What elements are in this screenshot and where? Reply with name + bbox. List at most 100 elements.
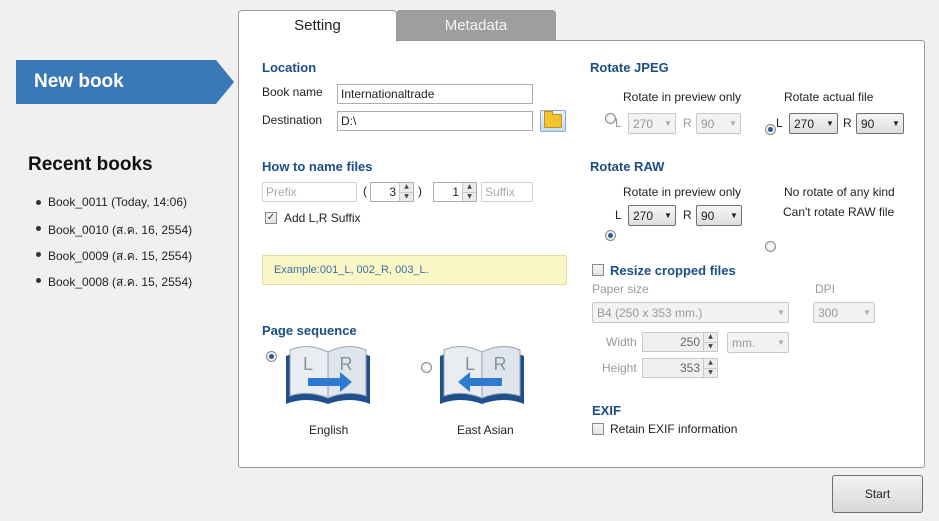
raw-preview-l-label: L <box>615 208 622 222</box>
dropdown-arrow-icon: ▼ <box>863 308 871 317</box>
jpeg-preview-l-select[interactable]: 270 ▼ <box>628 113 676 134</box>
raw-preview-only-label: Rotate in preview only <box>623 185 742 199</box>
recent-books-title: Recent books <box>28 154 153 175</box>
east-asian-book-icon[interactable]: L R <box>436 342 528 408</box>
open-paren: ( <box>363 184 367 198</box>
english-book-icon[interactable]: L R <box>282 342 374 408</box>
dropdown-arrow-icon: ▼ <box>730 211 738 220</box>
example-box: Example:001_L, 002_R, 003_L. <box>262 255 567 285</box>
jpeg-actual-file-label: Rotate actual file <box>784 90 874 104</box>
destination-label: Destination <box>262 113 323 127</box>
recent-book-item[interactable]: Book_0011 (Today, 14:06) <box>36 195 192 221</box>
spin-down-icon[interactable]: ▼ <box>704 341 717 351</box>
width-value: 250 <box>679 335 700 349</box>
recent-book-label[interactable]: Book_0009 (ส.ค. 15, 2554) <box>48 247 192 266</box>
width-stepper[interactable]: 250 ▲ ▼ <box>642 332 718 352</box>
raw-preview-l-select[interactable]: 270 ▼ <box>628 205 676 226</box>
jpeg-actual-r-select[interactable]: 90 ▼ <box>856 113 904 134</box>
book-name-input[interactable]: Internationaltrade <box>337 84 533 104</box>
bullet-icon <box>36 252 41 257</box>
recent-book-item[interactable]: Book_0010 (ส.ค. 16, 2554) <box>36 221 192 247</box>
dropdown-arrow-icon: ▼ <box>777 338 785 347</box>
digits-stepper[interactable]: 3 ▲ ▼ <box>370 182 414 202</box>
spin-down-icon[interactable]: ▼ <box>704 367 717 377</box>
bullet-icon <box>36 200 41 205</box>
browse-folder-button[interactable] <box>540 110 566 132</box>
jpeg-preview-l-label: L <box>615 116 622 130</box>
dropdown-arrow-icon: ▼ <box>892 119 900 128</box>
rotate-jpeg-heading: Rotate JPEG <box>590 60 669 75</box>
paper-size-label: Paper size <box>592 282 649 296</box>
dropdown-arrow-icon: ▼ <box>729 119 737 128</box>
jpeg-preview-only-label: Rotate in preview only <box>623 90 742 104</box>
jpeg-actual-l-select[interactable]: 270 ▼ <box>789 113 838 134</box>
rotate-raw-heading: Rotate RAW <box>590 159 665 174</box>
suffix-input[interactable]: Suffix <box>481 182 533 202</box>
book-right-letter: R <box>494 354 507 374</box>
east-asian-label: East Asian <box>457 423 514 437</box>
dropdown-arrow-icon: ▼ <box>664 119 672 128</box>
exif-heading: EXIF <box>592 403 621 418</box>
dpi-select[interactable]: 300 ▼ <box>813 302 875 323</box>
raw-no-rotate-radio[interactable] <box>765 241 776 252</box>
width-label: Width <box>606 335 637 349</box>
retain-exif-label: Retain EXIF information <box>610 422 738 436</box>
book-name-label: Book name <box>262 85 323 99</box>
recent-book-item[interactable]: Book_0009 (ส.ค. 15, 2554) <box>36 247 192 273</box>
book-left-letter: L <box>465 354 475 374</box>
recent-book-label[interactable]: Book_0010 (ส.ค. 16, 2554) <box>48 221 192 240</box>
dropdown-arrow-icon: ▼ <box>777 308 785 317</box>
prefix-input[interactable]: Prefix <box>262 182 357 202</box>
spin-up-icon[interactable]: ▲ <box>704 333 717 342</box>
dropdown-arrow-icon: ▼ <box>826 119 834 128</box>
paper-size-select[interactable]: B4 (250 x 353 mm.) ▼ <box>592 302 789 323</box>
jpeg-actual-r-label: R <box>843 116 852 130</box>
spin-up-icon[interactable]: ▲ <box>704 359 717 368</box>
recent-book-label[interactable]: Book_0011 (Today, 14:06) <box>48 195 187 209</box>
jpeg-actual-l-label: L <box>776 116 783 130</box>
start-button[interactable]: Start <box>832 475 923 513</box>
add-lr-label: Add L,R Suffix <box>284 211 361 225</box>
location-heading: Location <box>262 60 317 75</box>
recent-books-list: Book_0011 (Today, 14:06) Book_0010 (ส.ค.… <box>36 195 192 299</box>
raw-preview-only-radio[interactable] <box>605 230 616 241</box>
new-book-button[interactable]: New book <box>16 60 216 104</box>
bullet-icon <box>36 278 41 283</box>
naming-heading: How to name files <box>262 159 373 174</box>
dpi-label: DPI <box>815 282 836 296</box>
height-stepper[interactable]: 353 ▲ ▼ <box>642 358 718 378</box>
jpeg-actual-file-radio[interactable] <box>765 124 776 135</box>
close-paren: ) <box>418 184 422 198</box>
destination-input[interactable]: D:\ <box>337 111 533 131</box>
height-label: Height <box>602 361 637 375</box>
tab-metadata[interactable]: Metadata <box>396 10 556 41</box>
height-value: 353 <box>679 361 700 375</box>
spin-down-icon[interactable]: ▼ <box>400 191 413 201</box>
recent-book-label[interactable]: Book_0008 (ส.ค. 15, 2554) <box>48 273 192 292</box>
raw-cant-rotate-note: Can't rotate RAW file <box>783 205 895 219</box>
add-lr-checkbox[interactable]: ✓ <box>265 212 277 224</box>
resize-checkbox[interactable] <box>592 264 604 276</box>
page-sequence-heading: Page sequence <box>262 323 357 338</box>
dropdown-arrow-icon: ▼ <box>664 211 672 220</box>
raw-preview-r-select[interactable]: 90 ▼ <box>696 205 742 226</box>
folder-icon <box>544 111 562 128</box>
book-left-letter: L <box>303 354 313 374</box>
unit-select[interactable]: mm. ▼ <box>727 332 789 353</box>
recent-book-item[interactable]: Book_0008 (ส.ค. 15, 2554) <box>36 273 192 299</box>
retain-exif-checkbox[interactable] <box>592 423 604 435</box>
resize-heading: Resize cropped files <box>610 263 736 278</box>
digits-value: 3 <box>389 185 396 199</box>
spin-up-icon[interactable]: ▲ <box>400 183 413 192</box>
spin-up-icon[interactable]: ▲ <box>463 183 476 192</box>
start-number-stepper[interactable]: 1 ▲ ▼ <box>433 182 477 202</box>
bullet-icon <box>36 226 41 231</box>
jpeg-preview-r-select[interactable]: 90 ▼ <box>696 113 741 134</box>
jpeg-preview-r-label: R <box>683 116 692 130</box>
spin-down-icon[interactable]: ▼ <box>463 191 476 201</box>
new-book-arrow <box>216 60 234 104</box>
east-asian-radio[interactable] <box>421 362 432 373</box>
tab-setting[interactable]: Setting <box>238 10 397 42</box>
english-radio[interactable] <box>266 351 277 362</box>
english-label: English <box>309 423 349 437</box>
